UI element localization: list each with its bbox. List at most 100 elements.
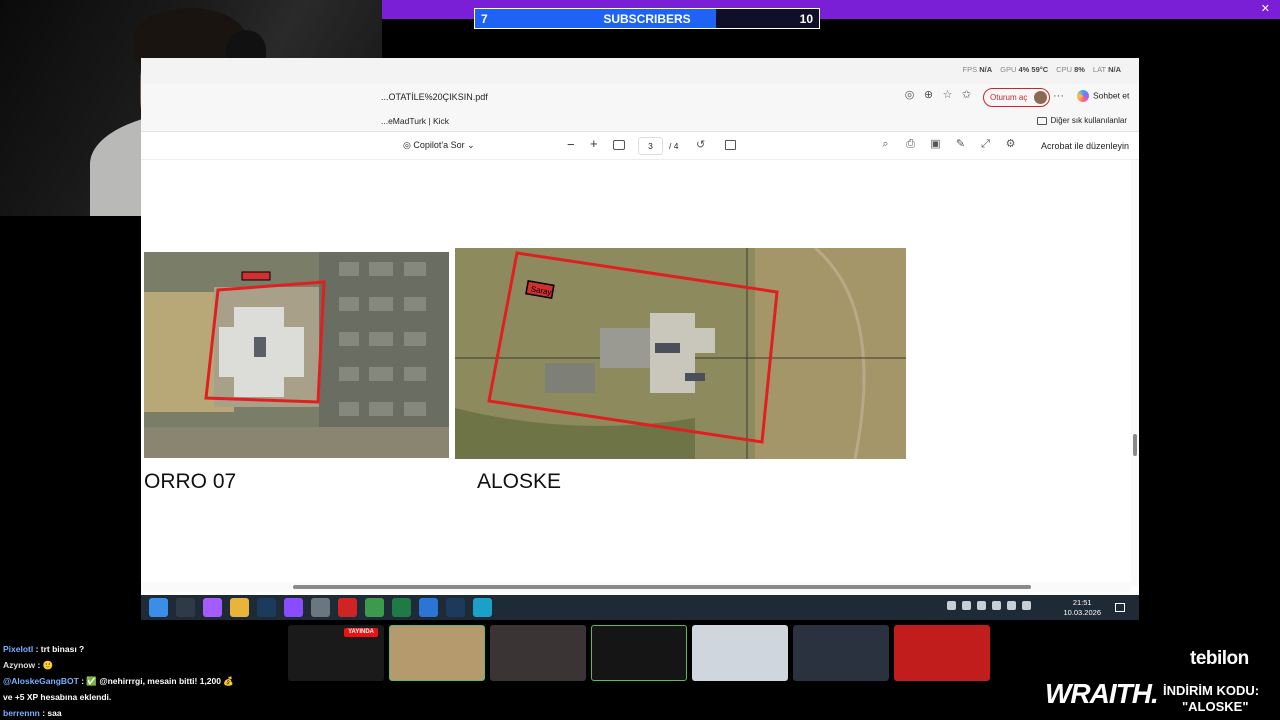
chat-message: ve +5 XP hesabına eklendi.	[3, 689, 283, 705]
stat-key: GPU	[1000, 65, 1019, 74]
tile-glasses-avatar	[692, 625, 788, 681]
stat-key: LAT	[1092, 65, 1109, 74]
tile-screen-preview: YAYINDA	[288, 625, 384, 681]
vertical-scroll-thumb[interactable]	[1133, 434, 1137, 456]
pdf-page: Saray ORRO 07 ALOSKE	[141, 160, 1131, 587]
tebilon-logo: tebilon	[1190, 648, 1249, 669]
fit-page-icon[interactable]	[613, 140, 625, 150]
caption-left: ORRO 07	[144, 470, 237, 493]
rotate-icon[interactable]: ↺	[696, 138, 705, 151]
chat-username[interactable]: Pixelotl	[3, 644, 33, 654]
search-icon[interactable]: ⌕	[879, 138, 892, 151]
edge-icon[interactable]	[473, 598, 492, 617]
map-image-right: Saray	[455, 248, 906, 459]
chrome-icon[interactable]	[365, 598, 384, 617]
tile-opera-avatar	[894, 625, 990, 681]
stat-value: 8%	[1074, 65, 1085, 74]
taskbar-apps	[149, 598, 492, 617]
chat-username[interactable]: Azynow	[3, 660, 35, 670]
task-view-icon[interactable]	[176, 598, 195, 617]
title-bar: FPS N/A GPU 4% 59°C CPU 8% LAT N/A	[141, 58, 1139, 84]
stat-value: 4% 59°C	[1018, 65, 1049, 74]
map-image-left	[144, 252, 449, 458]
stat-value: N/A	[1108, 65, 1121, 74]
battery-icon[interactable]	[992, 601, 1001, 610]
zoom-in-icon[interactable]: +	[590, 136, 598, 151]
steam-2-icon[interactable]	[446, 598, 465, 617]
fullscreen-icon[interactable]: ⤢	[979, 138, 992, 151]
more-menu-icon[interactable]: ···	[1053, 90, 1064, 102]
tile-landscape-avatar	[793, 625, 889, 681]
chevron-up-icon[interactable]	[947, 601, 956, 610]
copilot-icon[interactable]	[203, 598, 222, 617]
copilot-chat-label: Sohbet et	[1093, 90, 1130, 101]
tile-flag-avatar	[490, 625, 586, 681]
subscriber-goal-bar: 7 SUBSCRIBERS 10	[474, 8, 820, 29]
subscriber-target: 10	[799, 12, 813, 26]
messenger-icon[interactable]	[284, 598, 303, 617]
volume-icon[interactable]	[1022, 601, 1031, 610]
excel-icon[interactable]	[392, 598, 411, 617]
clock-time: 21:51	[1072, 598, 1092, 607]
copilot-icon[interactable]: ◎	[903, 89, 916, 102]
ask-copilot-label: Copilot'a Sor	[413, 140, 465, 150]
close-icon[interactable]: ✕	[1261, 2, 1270, 15]
signin-label: Oturum aç	[990, 93, 1028, 102]
tile-skull-avatar	[591, 625, 687, 681]
chat-message: Pixelotl : trt binası ?	[3, 641, 283, 657]
steam-icon[interactable]	[257, 598, 276, 617]
draw-icon[interactable]: ✎	[954, 138, 967, 151]
bookmark-kick[interactable]: ...eMadTurk | Kick	[381, 116, 449, 126]
address-bar-icons: ◎ ⊕ ☆ ✩	[903, 89, 973, 102]
chat-username[interactable]: berrennn	[3, 708, 40, 718]
ask-copilot-button[interactable]: ◎ Copilot'a Sor ⌄	[403, 140, 475, 151]
promo-label: İNDİRİM KODU:	[1163, 683, 1260, 698]
system-tray	[947, 601, 1031, 610]
taskbar-clock[interactable]: 21:51 10.03.2026	[1063, 598, 1101, 618]
stat-key: FPS	[962, 65, 980, 74]
zoom-out-icon[interactable]: −	[567, 137, 575, 152]
print-icon[interactable]: ⎙	[904, 138, 917, 151]
address-bar[interactable]: ...OTATİLE%20ÇIKSIN.pdf	[381, 92, 488, 102]
chat-text: ve +5 XP hesabına eklendi.	[3, 692, 112, 702]
folder-icon	[1036, 116, 1047, 125]
subscriber-label: SUBSCRIBERS	[603, 12, 691, 26]
page-number-input[interactable]: 3	[638, 137, 663, 155]
other-favorites[interactable]: Diğer sık kullanılanlar	[1036, 116, 1127, 125]
zoom-icon[interactable]: ⊕	[922, 89, 935, 102]
microphone-icon[interactable]	[977, 601, 986, 610]
save-icon[interactable]: ▣	[929, 138, 942, 151]
stat-key: CPU	[1056, 65, 1075, 74]
favorites-icon[interactable]: ✩	[960, 89, 973, 102]
chat-text: : saa	[39, 708, 62, 718]
file-explorer-icon[interactable]	[230, 598, 249, 617]
usb-icon[interactable]	[962, 601, 971, 610]
notification-icon[interactable]	[1115, 603, 1125, 612]
chat-message: @AloskeGangBOT : ✅ @nehirrrgi, mesain bi…	[3, 673, 283, 689]
copilot-logo-icon	[1077, 90, 1089, 102]
page-total: / 4	[669, 141, 679, 151]
stream-screen: ✕ 7 SUBSCRIBERS 10 FPS N/A GPU 4% 59°C CPU…	[0, 0, 1280, 720]
windows-taskbar: 21:51 10.03.2026	[141, 595, 1139, 620]
pdf-right-tools: ⌕ ⎙ ▣ ✎ ⤢ ⚙	[879, 138, 1017, 151]
horizontal-scrollbar[interactable]	[141, 582, 1131, 592]
windows-start-icon[interactable]	[149, 598, 168, 617]
clock-date: 10.03.2026	[1063, 608, 1101, 617]
vertical-scrollbar[interactable]	[1131, 160, 1139, 587]
chat-text: : trt binası ?	[33, 644, 85, 654]
mail-icon[interactable]	[419, 598, 438, 617]
tile-ottoman-avatar	[389, 625, 485, 681]
opera-icon[interactable]	[338, 598, 357, 617]
chat-text: : ✅ @nehirrrgi, mesain bitti! 1,200 💰	[78, 676, 234, 686]
signin-button[interactable]: Oturum aç	[983, 88, 1051, 107]
chat-username[interactable]: @AloskeGangBOT	[3, 676, 79, 686]
horizontal-scroll-thumb[interactable]	[293, 585, 1031, 589]
settings-gear-icon[interactable]: ⚙	[1004, 138, 1017, 151]
favorite-star-icon[interactable]: ☆	[941, 89, 954, 102]
page-layout-icon[interactable]	[725, 140, 736, 150]
copilot-chat-button[interactable]: Sohbet et	[1077, 90, 1129, 102]
edit-with-acrobat-button[interactable]: Acrobat ile düzenleyin	[1041, 141, 1129, 151]
app-gray-icon[interactable]	[311, 598, 330, 617]
pdf-toolbar: ◎ Copilot'a Sor ⌄ − + 3 / 4 ↺ ⌕ ⎙ ▣ ✎ ⤢ …	[141, 132, 1139, 160]
wifi-icon[interactable]	[1007, 601, 1016, 610]
